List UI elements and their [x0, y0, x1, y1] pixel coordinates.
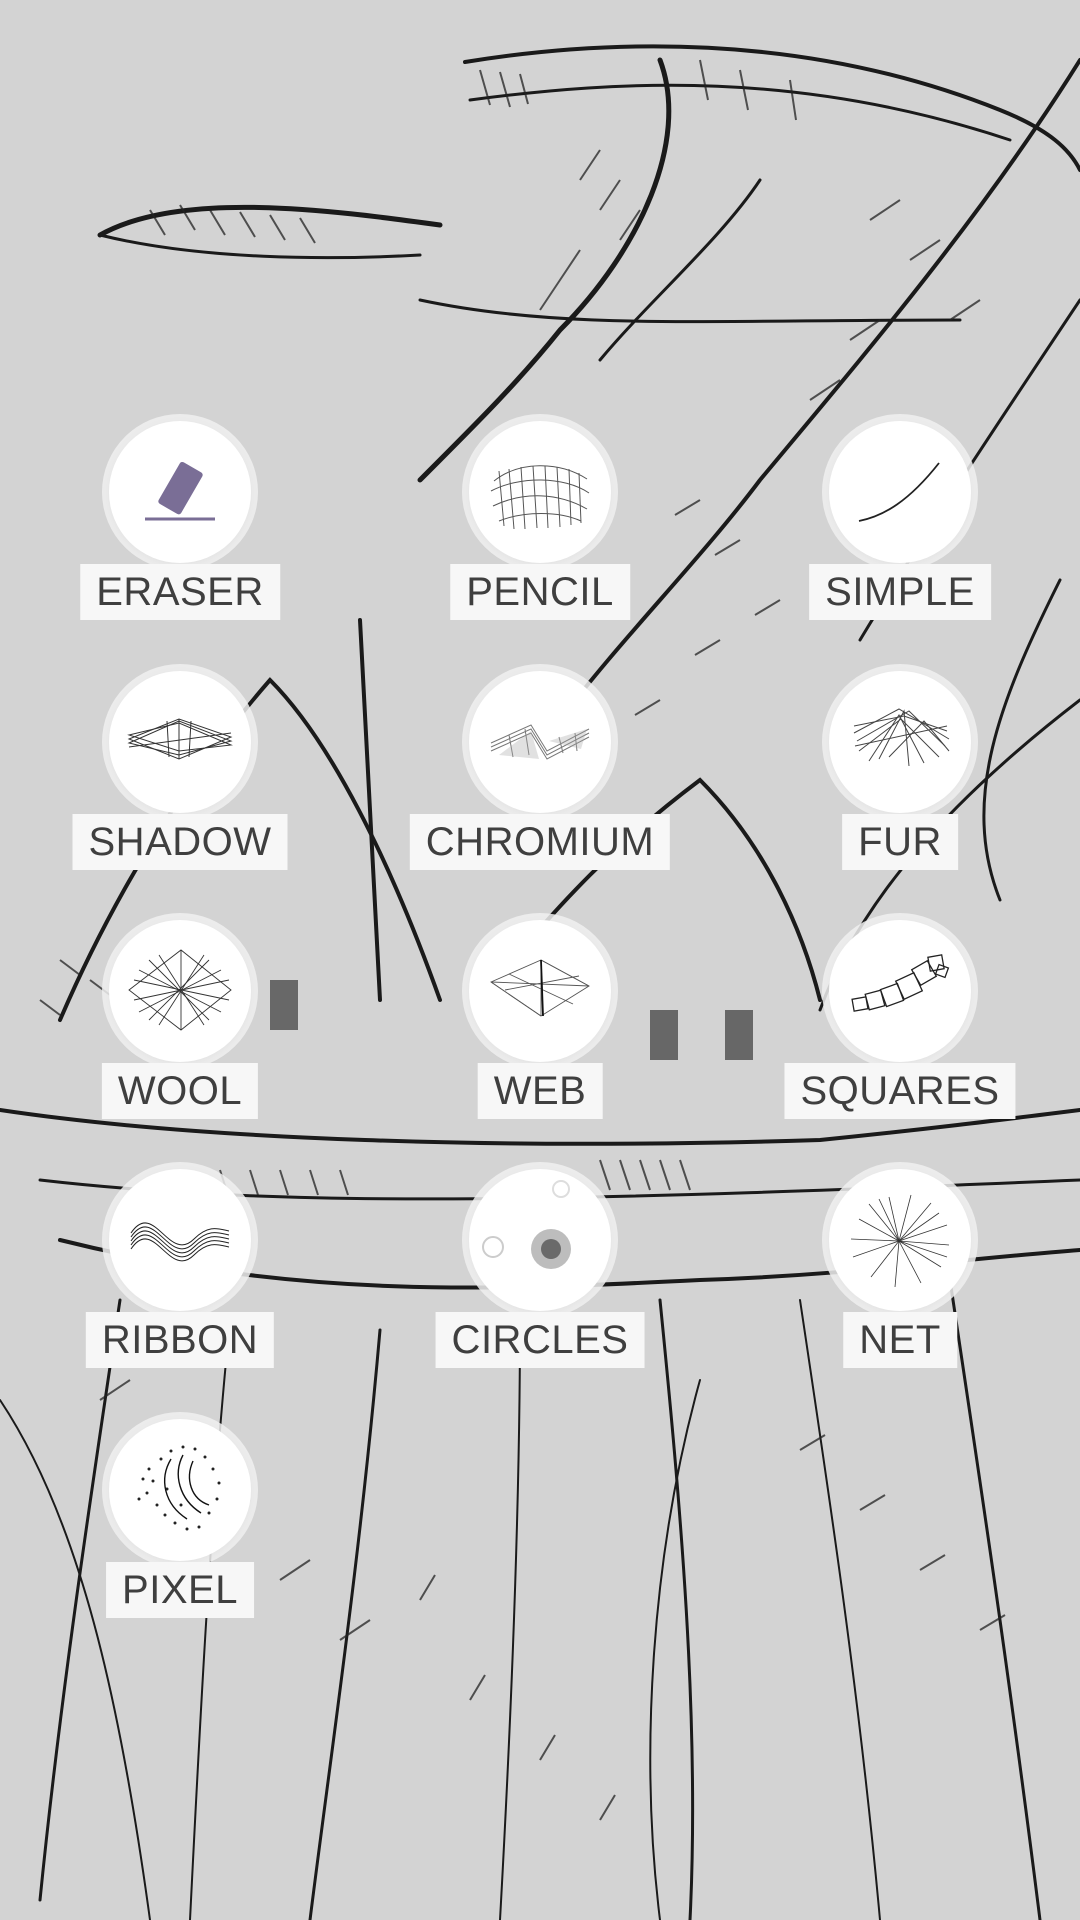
shadow-brush-icon [109, 671, 251, 813]
brush-label: CIRCLES [435, 1312, 645, 1368]
brush-pixel[interactable]: PIXEL [0, 1419, 360, 1669]
fur-brush-icon [829, 671, 971, 813]
brush-label: CHROMIUM [409, 814, 671, 870]
squares-brush-icon [829, 920, 971, 1062]
brush-label: PIXEL [106, 1562, 254, 1618]
pixel-brush-icon [109, 1419, 251, 1561]
brush-fur[interactable]: FUR [720, 671, 1080, 921]
simple-brush-icon [829, 421, 971, 563]
eraser-icon [109, 421, 251, 563]
brush-squares[interactable]: SQUARES [720, 920, 1080, 1170]
brush-net[interactable]: NET [720, 1169, 1080, 1419]
brush-wool[interactable]: WOOL [0, 920, 360, 1170]
brush-label: SQUARES [784, 1063, 1016, 1119]
brush-chromium[interactable]: CHROMIUM [360, 671, 720, 921]
brush-label: SIMPLE [809, 564, 991, 620]
brush-label: RIBBON [85, 1312, 275, 1368]
brush-pencil[interactable]: PENCIL [360, 421, 720, 671]
pencil-brush-icon [469, 421, 611, 563]
brush-label: PENCIL [450, 564, 630, 620]
circles-brush-icon [469, 1169, 611, 1311]
web-brush-icon [469, 920, 611, 1062]
brush-label: WOOL [101, 1063, 259, 1119]
ribbon-brush-icon [109, 1169, 251, 1311]
net-brush-icon [829, 1169, 971, 1311]
wool-brush-icon [109, 920, 251, 1062]
chromium-brush-icon [469, 671, 611, 813]
brush-label: NET [843, 1312, 957, 1368]
brush-picker: ERASER PENCIL SIMPLE SHADOW CHROMIUM FUR… [0, 0, 1080, 1920]
brush-label: WEB [477, 1063, 603, 1119]
brush-label: SHADOW [72, 814, 288, 870]
brush-circles[interactable]: CIRCLES [360, 1169, 720, 1419]
brush-label: ERASER [80, 564, 280, 620]
brush-shadow[interactable]: SHADOW [0, 671, 360, 921]
brush-eraser[interactable]: ERASER [0, 421, 360, 671]
brush-label: FUR [842, 814, 958, 870]
drawing-canvas[interactable]: ERASER PENCIL SIMPLE SHADOW CHROMIUM FUR… [0, 0, 1080, 1920]
brush-ribbon[interactable]: RIBBON [0, 1169, 360, 1419]
brush-simple[interactable]: SIMPLE [720, 421, 1080, 671]
brush-web[interactable]: WEB [360, 920, 720, 1170]
